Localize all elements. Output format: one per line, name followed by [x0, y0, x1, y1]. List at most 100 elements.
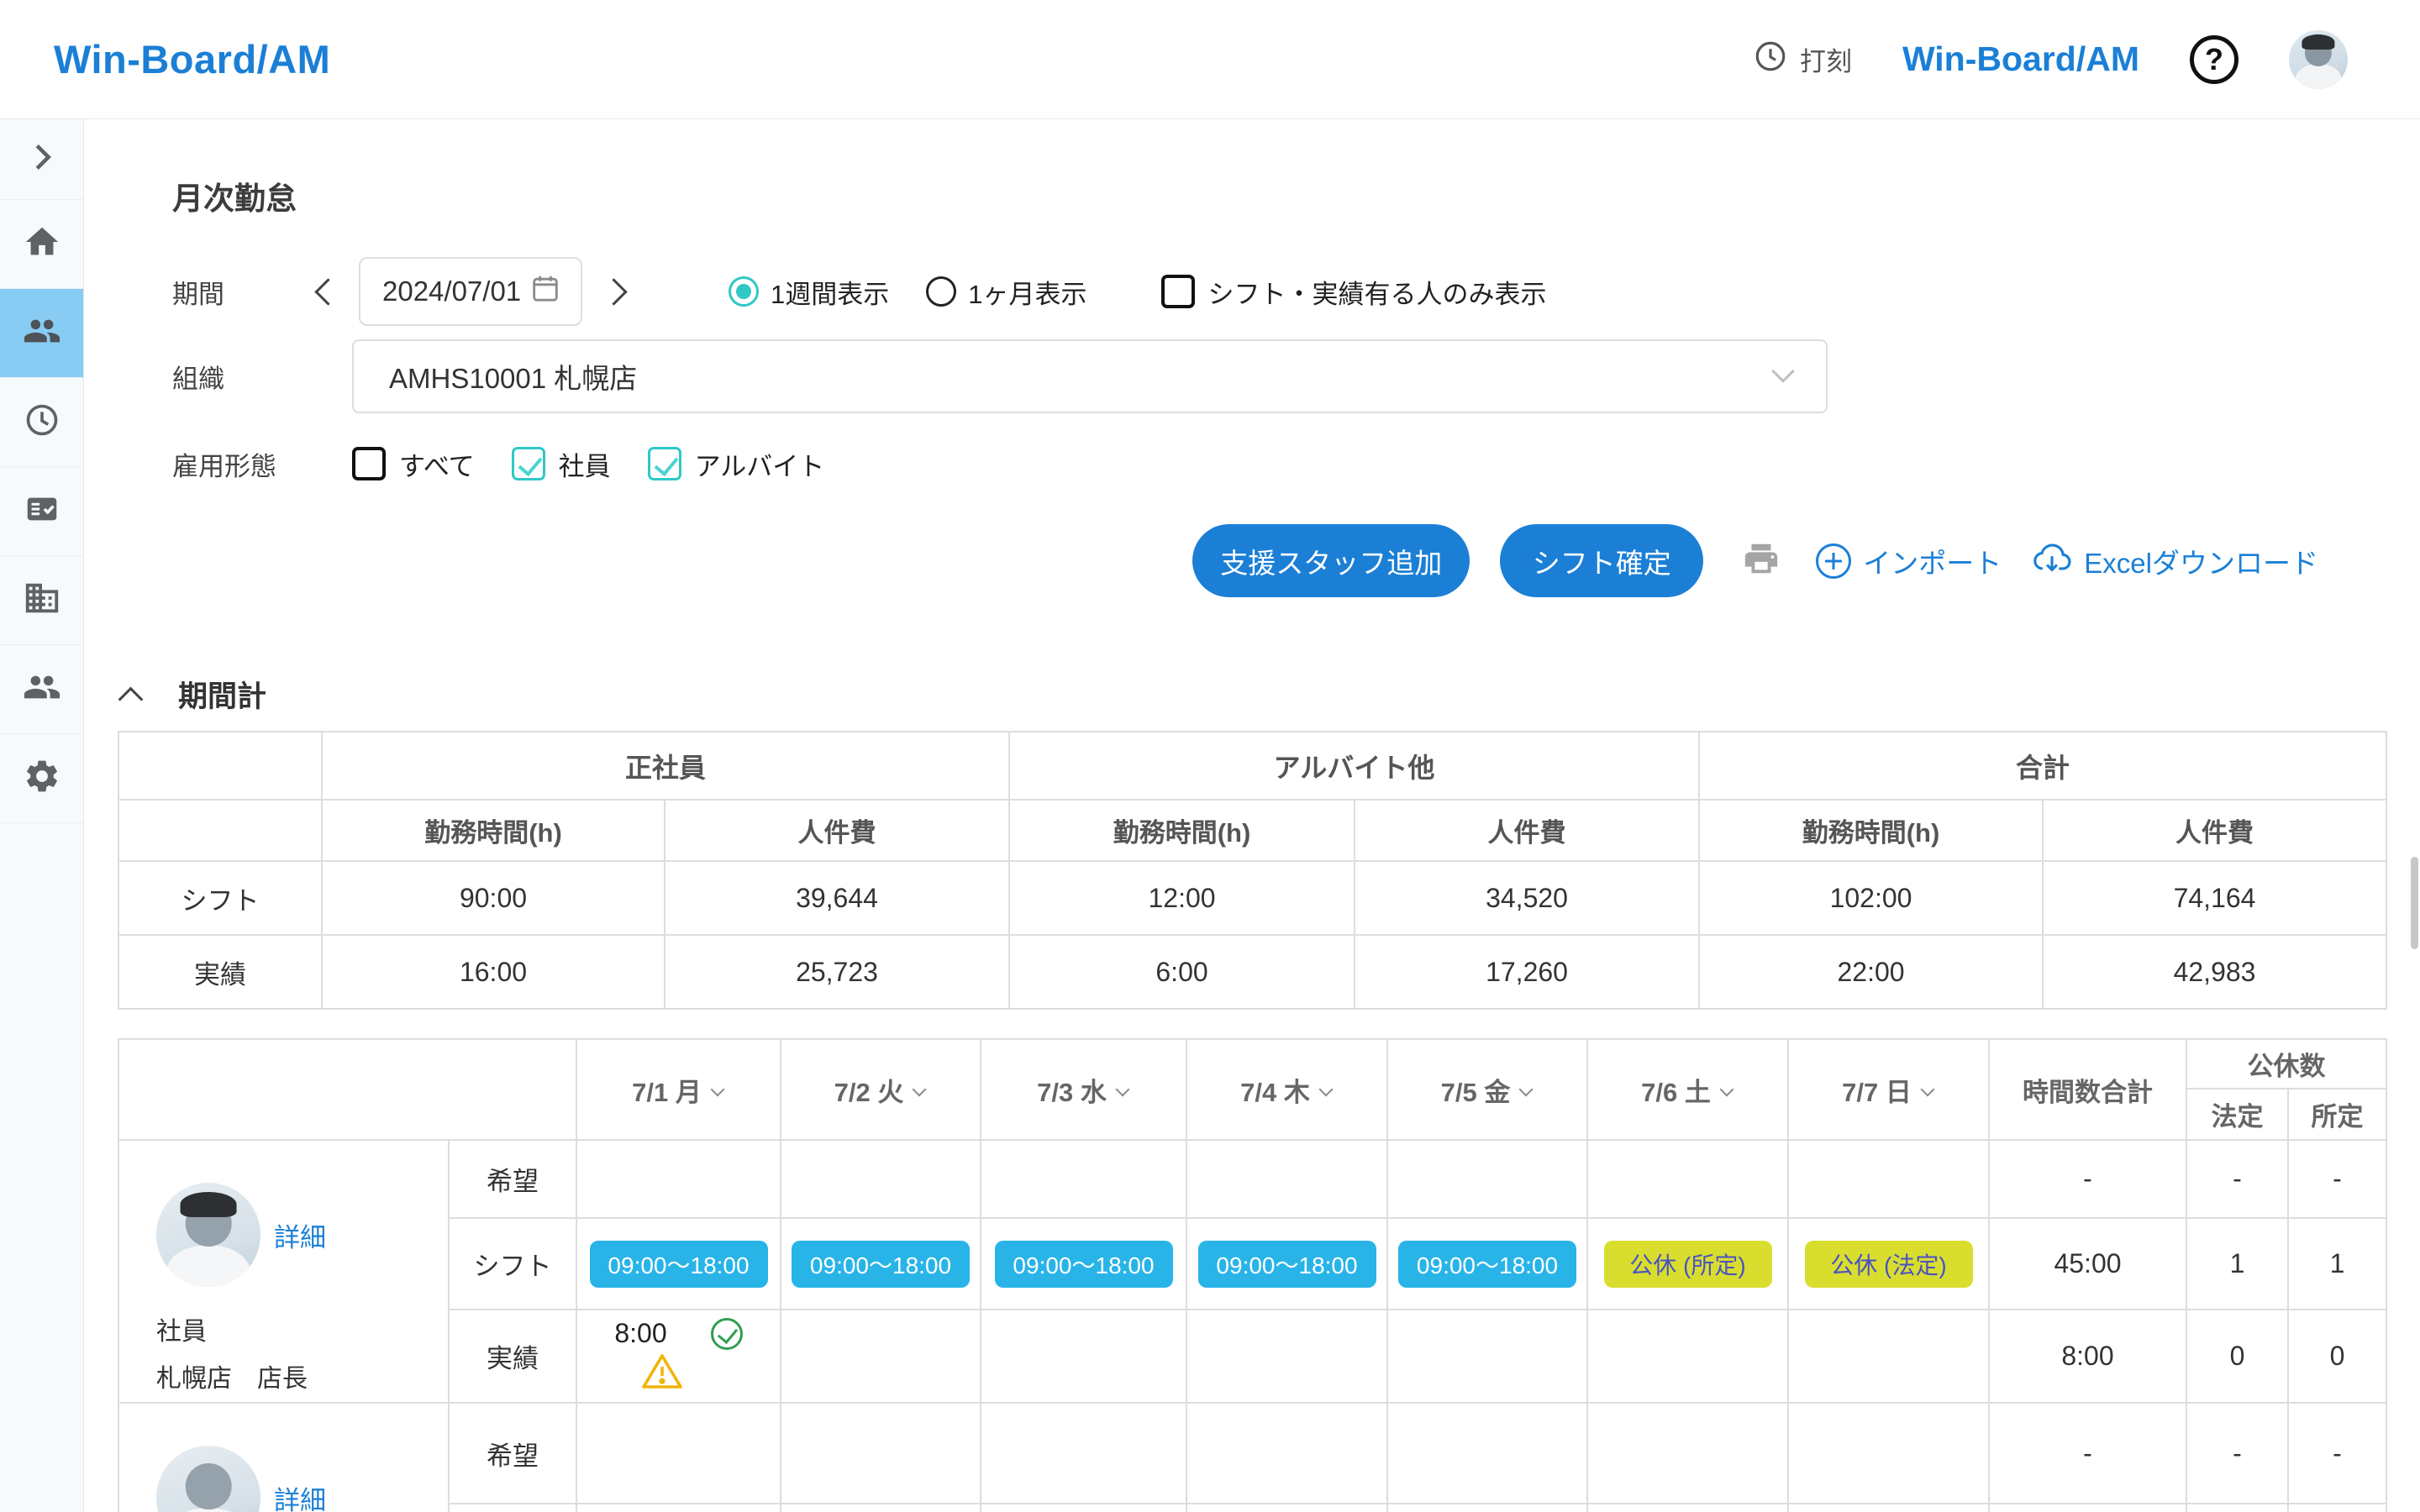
period-total-title: 期間計	[178, 673, 266, 716]
hope-cell[interactable]	[1387, 1403, 1587, 1504]
hope-cell[interactable]	[1788, 1140, 1989, 1218]
day-header-5[interactable]: 7/5 金	[1387, 1039, 1587, 1140]
shift-chip[interactable]: 09:00〜18:00	[995, 1241, 1173, 1288]
shift-cell: 09:00〜18:00	[781, 1218, 981, 1310]
next-period-button[interactable]	[597, 273, 634, 310]
hope-cell[interactable]	[576, 1140, 781, 1218]
hope-cell[interactable]	[1186, 1403, 1387, 1504]
actual-total-hours: 8:00	[1989, 1310, 2186, 1403]
shift-chip[interactable]: 09:00〜18:00	[1198, 1241, 1376, 1288]
confirm-shift-button[interactable]: シフト確定	[1500, 524, 1703, 597]
shift-legal-count: 1	[2186, 1504, 2288, 1512]
clock-icon	[23, 401, 61, 444]
staff-detail-link[interactable]: 詳細	[274, 1479, 326, 1512]
shift-chip[interactable]: 09:00〜18:00	[792, 1241, 970, 1288]
import-link[interactable]: インポート	[1816, 541, 2002, 581]
app-header: Win-Board/AM 打刻 Win-Board/AM ?	[0, 0, 2420, 119]
warning-triangle-icon[interactable]	[640, 1352, 684, 1394]
summary-subheader-hours: 勤務時間(h)	[1009, 800, 1355, 861]
punch-clock-button[interactable]: 打刻	[1753, 39, 1852, 81]
sidebar-expand-button[interactable]	[0, 119, 83, 200]
organization-select[interactable]: AMHS10001 札幌店	[352, 339, 1828, 413]
summary-row-label-actual: 実績	[118, 935, 322, 1009]
sidebar-item-staff[interactable]	[0, 289, 83, 378]
summary-subheader-cost: 人件費	[2043, 800, 2386, 861]
hope-cell[interactable]	[1387, 1140, 1587, 1218]
sidebar-item-home[interactable]	[0, 200, 83, 289]
summary-value: 6:00	[1009, 935, 1355, 1009]
actual-scheduled-count: 0	[2288, 1310, 2386, 1403]
shift-chip[interactable]: 09:00〜18:00	[1398, 1241, 1576, 1288]
summary-value: 42,983	[2043, 935, 2386, 1009]
holiday-chip[interactable]: 公休 (法定)	[1805, 1241, 1973, 1288]
hope-legal-count: -	[2186, 1403, 2288, 1504]
shift-cell: 公休 (所定)	[1587, 1504, 1788, 1512]
day-header-6[interactable]: 7/6 土	[1587, 1039, 1788, 1140]
month-view-label: 1ヶ月表示	[968, 273, 1086, 311]
holiday-chip[interactable]: 公休 (所定)	[1604, 1241, 1772, 1288]
print-button[interactable]	[1742, 539, 1781, 582]
holiday-scheduled-header: 所定	[2288, 1089, 2386, 1140]
app-logo[interactable]: Win-Board/AM	[54, 36, 330, 82]
help-button[interactable]: ?	[2190, 35, 2238, 84]
week-view-radio[interactable]: 1週間表示	[729, 273, 889, 311]
hope-cell[interactable]	[981, 1140, 1186, 1218]
employment-filter-row: 雇用形態 すべて 社員 アルバイト	[172, 438, 2420, 489]
hope-cell[interactable]	[1587, 1140, 1788, 1218]
day-header-2[interactable]: 7/2 火	[781, 1039, 981, 1140]
actual-cell[interactable]: 8:00	[576, 1310, 781, 1403]
brand-link[interactable]: Win-Board/AM	[1902, 39, 2139, 79]
actual-cell[interactable]	[1788, 1310, 1989, 1403]
shift-cell: 09:00〜18:00	[1186, 1218, 1387, 1310]
people-icon	[23, 668, 61, 711]
hope-cell[interactable]	[576, 1403, 781, 1504]
sidebar-item-approval[interactable]	[0, 467, 83, 556]
hope-cell[interactable]	[781, 1403, 981, 1504]
sidebar-item-organization[interactable]	[0, 556, 83, 645]
only-with-data-checkbox[interactable]: シフト・実績有る人のみ表示	[1161, 273, 1547, 311]
hope-cell[interactable]	[1587, 1403, 1788, 1504]
actual-cell[interactable]	[1587, 1310, 1788, 1403]
month-view-radio[interactable]: 1ヶ月表示	[926, 273, 1086, 311]
hope-cell[interactable]	[1788, 1403, 1989, 1504]
home-icon	[23, 223, 61, 265]
staff-cell: 詳細 社員	[118, 1403, 449, 1512]
summary-value: 34,520	[1355, 861, 1699, 935]
day-header-3[interactable]: 7/3 水	[981, 1039, 1186, 1140]
staff-detail-link[interactable]: 詳細	[274, 1216, 326, 1254]
actual-cell[interactable]	[1387, 1310, 1587, 1403]
scrollbar-thumb[interactable]	[2411, 857, 2418, 949]
hope-cell[interactable]	[1186, 1140, 1387, 1218]
hope-cell[interactable]	[981, 1403, 1186, 1504]
schedule-corner-cell	[118, 1039, 576, 1140]
row-label-hope: 希望	[449, 1140, 576, 1218]
all-checkbox[interactable]: すべて	[352, 445, 475, 483]
day-header-4[interactable]: 7/4 木	[1186, 1039, 1387, 1140]
add-support-staff-button[interactable]: 支援スタッフ追加	[1192, 524, 1470, 597]
actual-cell[interactable]	[981, 1310, 1186, 1403]
sidebar-item-members[interactable]	[0, 645, 83, 734]
calendar-icon	[529, 271, 562, 312]
day-header-7[interactable]: 7/7 日	[1788, 1039, 1989, 1140]
date-input[interactable]: 2024/07/01	[359, 257, 582, 326]
day-header-1[interactable]: 7/1 月	[576, 1039, 781, 1140]
approved-check-icon[interactable]	[711, 1318, 743, 1350]
hope-cell[interactable]	[781, 1140, 981, 1218]
actual-cell[interactable]	[781, 1310, 981, 1403]
collapse-chevron-icon[interactable]	[118, 685, 146, 704]
gear-icon	[23, 757, 61, 800]
actual-cell[interactable]	[1186, 1310, 1387, 1403]
employee-checkbox[interactable]: 社員	[512, 445, 611, 483]
shift-cell: 09:00〜18:00	[1387, 1218, 1587, 1310]
user-avatar[interactable]	[2289, 30, 2348, 89]
staff-avatar	[156, 1183, 260, 1287]
date-value: 2024/07/01	[382, 276, 521, 307]
staff-employment: 社員	[156, 1309, 448, 1356]
sidebar-item-time[interactable]	[0, 378, 83, 467]
excel-download-link[interactable]: Excelダウンロード	[2032, 541, 2318, 581]
parttime-checkbox[interactable]: アルバイト	[648, 445, 825, 483]
prev-period-button[interactable]	[307, 273, 344, 310]
shift-chip[interactable]: 09:00〜18:00	[590, 1241, 768, 1288]
sidebar-item-settings[interactable]	[0, 734, 83, 823]
plus-circle-icon	[1816, 543, 1851, 579]
